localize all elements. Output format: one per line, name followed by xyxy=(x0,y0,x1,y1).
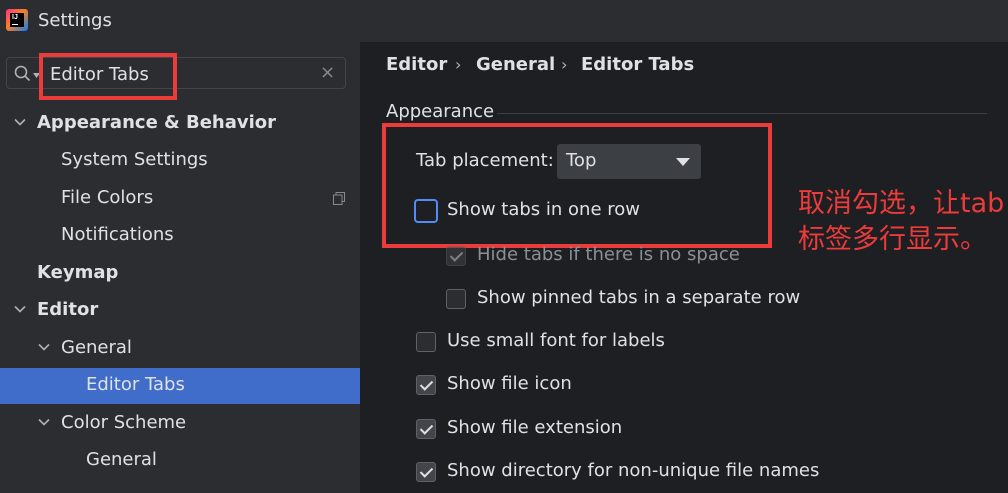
window-title: Settings xyxy=(38,10,112,31)
sidebar-item-label: Color Scheme xyxy=(61,412,187,433)
sidebar-item-label: Keymap xyxy=(37,262,119,283)
sidebar-item-editor[interactable]: Editor xyxy=(0,293,360,329)
breadcrumb-general[interactable]: General xyxy=(476,54,555,75)
sidebar-item-label: Appearance & Behavior xyxy=(37,112,277,133)
group-separator xyxy=(497,113,987,114)
appearance-group-label: Appearance xyxy=(386,101,495,122)
option-label: Show file icon xyxy=(447,373,572,394)
sidebar-item-label: Notifications xyxy=(61,224,174,245)
checkbox[interactable] xyxy=(416,332,436,352)
intellij-logo-icon: IJ xyxy=(6,9,28,31)
sidebar-item-editor-tabs[interactable]: Editor Tabs xyxy=(0,368,360,404)
option-label: Show pinned tabs in a separate row xyxy=(477,287,801,308)
title-bar xyxy=(0,0,1008,42)
sidebar-item-label: System Settings xyxy=(61,149,208,170)
checkbox[interactable] xyxy=(416,462,436,482)
breadcrumb-editor-tabs: Editor Tabs xyxy=(581,54,695,75)
sidebar-item-general[interactable]: General xyxy=(0,331,360,367)
checkbox[interactable] xyxy=(416,419,436,439)
sidebar-item-label: Editor xyxy=(37,299,99,320)
sidebar-item-keymap[interactable]: Keymap xyxy=(0,256,360,292)
option-label: Show file extension xyxy=(447,417,623,438)
option-label: Show directory for non-unique file names xyxy=(447,460,820,481)
highlight-box-settings xyxy=(382,123,772,248)
sidebar-item-file-colors[interactable]: File Colors xyxy=(0,181,360,217)
checkbox[interactable] xyxy=(446,246,466,266)
sidebar-item-notifications[interactable]: Notifications xyxy=(0,218,360,254)
sidebar-item-color-scheme-general[interactable]: General xyxy=(0,443,360,479)
highlight-box-search xyxy=(39,53,177,100)
annotation-text: 取消勾选，让tab标签多行显示。 xyxy=(798,188,1005,255)
option-label: Use small font for labels xyxy=(447,330,665,351)
sidebar-item-label: General xyxy=(61,337,132,358)
sidebar-item-system-settings[interactable]: System Settings xyxy=(0,143,360,179)
breadcrumb-editor[interactable]: Editor xyxy=(386,54,447,75)
sidebar-item-label: File Colors xyxy=(61,187,154,208)
chevron-down-icon[interactable] xyxy=(13,115,27,129)
sidebar-divider[interactable] xyxy=(360,42,361,493)
logo-text: IJ xyxy=(12,14,18,21)
chevron-down-icon[interactable] xyxy=(37,415,51,429)
sidebar-item-color-scheme[interactable]: Color Scheme xyxy=(0,406,360,442)
sidebar-item-label: Editor Tabs xyxy=(86,374,185,395)
breadcrumb-separator: › xyxy=(455,55,462,74)
chevron-down-icon[interactable] xyxy=(37,340,51,354)
checkbox[interactable] xyxy=(446,289,466,309)
sidebar-item-label: General xyxy=(86,449,157,470)
sidebar-item-appearance-behavior[interactable]: Appearance & Behavior xyxy=(0,106,360,142)
chevron-down-icon[interactable] xyxy=(13,302,27,316)
breadcrumb-separator: › xyxy=(561,55,568,74)
copy-icon xyxy=(333,192,345,205)
checkbox[interactable] xyxy=(416,375,436,395)
search-icon[interactable] xyxy=(14,65,32,83)
option-label: Hide tabs if there is no space xyxy=(477,244,740,265)
clear-search-icon[interactable]: × xyxy=(320,63,335,83)
